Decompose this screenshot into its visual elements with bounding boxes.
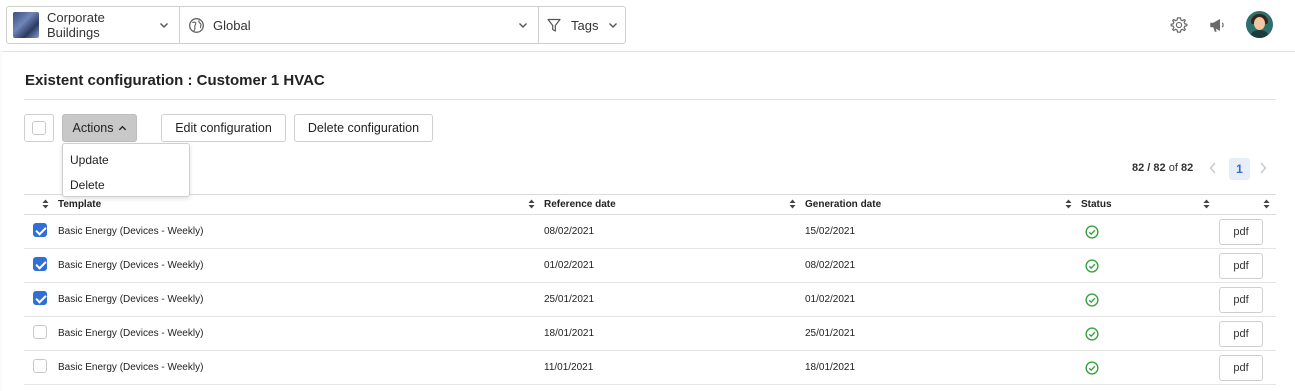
table-row: Basic Energy (Devices - Weekly) 11/01/20… (24, 350, 1276, 385)
pdf-download-button[interactable]: pdf (1219, 218, 1263, 245)
edit-configuration-button[interactable]: Edit configuration (161, 114, 286, 142)
column-header-label: Template (58, 199, 102, 210)
row-checkbox[interactable] (33, 223, 47, 237)
reports-table: Template Reference date Generation date … (24, 194, 1276, 385)
check-circle-icon (1085, 292, 1216, 307)
pagination-summary: 82 / 82 of 82 (1132, 162, 1193, 174)
cell-reference-date: 01/02/2021 (541, 248, 802, 283)
cell-generation-date: 01/02/2021 (802, 282, 1078, 317)
title-divider (24, 99, 1276, 100)
pagination-shown: 82 (1132, 162, 1145, 174)
column-header-template[interactable]: Template (55, 194, 541, 215)
chevron-up-icon (118, 124, 127, 133)
cell-generation-date: 25/01/2021 (802, 316, 1078, 351)
row-checkbox[interactable] (33, 291, 47, 305)
menu-item-delete[interactable]: Delete (70, 178, 105, 192)
pdf-download-button[interactable]: pdf (1219, 354, 1263, 381)
gear-icon[interactable] (1170, 16, 1188, 34)
row-checkbox[interactable] (33, 359, 47, 373)
actions-button-label: Actions (72, 121, 114, 135)
delete-configuration-button[interactable]: Delete configuration (294, 114, 433, 142)
pagination-grand-total: 82 (1180, 162, 1194, 174)
actions-menu: Update Delete (62, 143, 190, 197)
actions-button[interactable]: Actions (62, 114, 137, 142)
side-gutter (0, 51, 2, 391)
chevron-down-icon (159, 20, 169, 30)
column-header-label: Generation date (805, 199, 882, 210)
row-checkbox[interactable] (33, 257, 47, 271)
page-button-current[interactable]: 1 (1229, 158, 1250, 180)
pdf-download-button[interactable]: pdf (1219, 286, 1263, 313)
column-header-label: Reference date (544, 199, 616, 210)
pdf-download-button[interactable]: pdf (1219, 252, 1263, 279)
column-header-generation-date[interactable]: Generation date (802, 194, 1078, 215)
column-header-label: Status (1081, 199, 1112, 210)
top-bar: Corporate Buildings Global Tags (0, 0, 1295, 52)
cell-generation-date: 08/02/2021 (802, 248, 1078, 283)
table-row: Basic Energy (Devices - Weekly) 25/01/20… (24, 282, 1276, 317)
top-right-actions (1170, 11, 1273, 38)
user-avatar[interactable] (1246, 11, 1273, 38)
menu-item-update[interactable]: Update (70, 153, 109, 167)
site-selector-label: Corporate Buildings (47, 10, 105, 40)
cell-reference-date: 18/01/2021 (541, 316, 802, 351)
table-row: Basic Energy (Devices - Weekly) 08/02/20… (24, 214, 1276, 249)
sort-icon[interactable] (1065, 199, 1072, 209)
pagination-total: 82 (1153, 162, 1166, 174)
pagination-of: of (1165, 162, 1181, 174)
column-header-select (24, 194, 55, 215)
column-header-reference-date[interactable]: Reference date (541, 194, 802, 215)
sort-icon[interactable] (42, 199, 49, 209)
sort-icon[interactable] (1203, 199, 1210, 209)
scope-selector-label: Global (213, 17, 251, 33)
cell-template: Basic Energy (Devices - Weekly) (55, 214, 541, 249)
sort-icon[interactable] (789, 199, 796, 209)
pdf-download-button[interactable]: pdf (1219, 320, 1263, 347)
previous-page-icon[interactable] (1208, 161, 1218, 175)
cell-template: Basic Energy (Devices - Weekly) (55, 248, 541, 283)
cell-reference-date: 25/01/2021 (541, 282, 802, 317)
scope-selector[interactable]: Global (180, 7, 539, 43)
chevron-down-icon (518, 20, 528, 30)
select-all-checkbox[interactable] (24, 114, 54, 142)
cell-template: Basic Energy (Devices - Weekly) (55, 316, 541, 351)
row-checkbox[interactable] (33, 325, 47, 339)
check-circle-icon (1085, 224, 1216, 239)
cell-generation-date: 18/01/2021 (802, 350, 1078, 385)
check-circle-icon (1085, 360, 1216, 375)
table-body: Basic Energy (Devices - Weekly) 08/02/20… (24, 214, 1276, 385)
page-title: Existent configuration : Customer 1 HVAC (25, 72, 325, 89)
sort-icon[interactable] (1263, 199, 1270, 209)
site-selector[interactable]: Corporate Buildings (7, 7, 180, 43)
chevron-down-icon (608, 20, 618, 30)
cell-reference-date: 11/01/2021 (541, 350, 802, 385)
context-filter-bar: Corporate Buildings Global Tags (6, 6, 626, 44)
check-circle-icon (1085, 326, 1216, 341)
globe-icon (188, 17, 205, 34)
tags-filter-label: Tags (571, 17, 599, 33)
cell-template: Basic Energy (Devices - Weekly) (55, 282, 541, 317)
table-row: Basic Energy (Devices - Weekly) 01/02/20… (24, 248, 1276, 283)
table-header-row: Template Reference date Generation date … (24, 194, 1276, 215)
column-header-download (1216, 194, 1276, 215)
cell-reference-date: 08/02/2021 (541, 214, 802, 249)
cell-generation-date: 15/02/2021 (802, 214, 1078, 249)
next-page-icon[interactable] (1258, 161, 1268, 175)
tags-filter[interactable]: Tags (539, 7, 625, 43)
funnel-icon (547, 18, 561, 33)
check-circle-icon (1085, 258, 1216, 273)
select-all-box (32, 121, 46, 135)
cell-template: Basic Energy (Devices - Weekly) (55, 350, 541, 385)
megaphone-icon[interactable] (1208, 16, 1226, 34)
site-thumbnail (13, 12, 39, 38)
sort-icon[interactable] (528, 199, 535, 209)
table-row: Basic Energy (Devices - Weekly) 18/01/20… (24, 316, 1276, 351)
column-header-status[interactable]: Status (1078, 194, 1216, 215)
